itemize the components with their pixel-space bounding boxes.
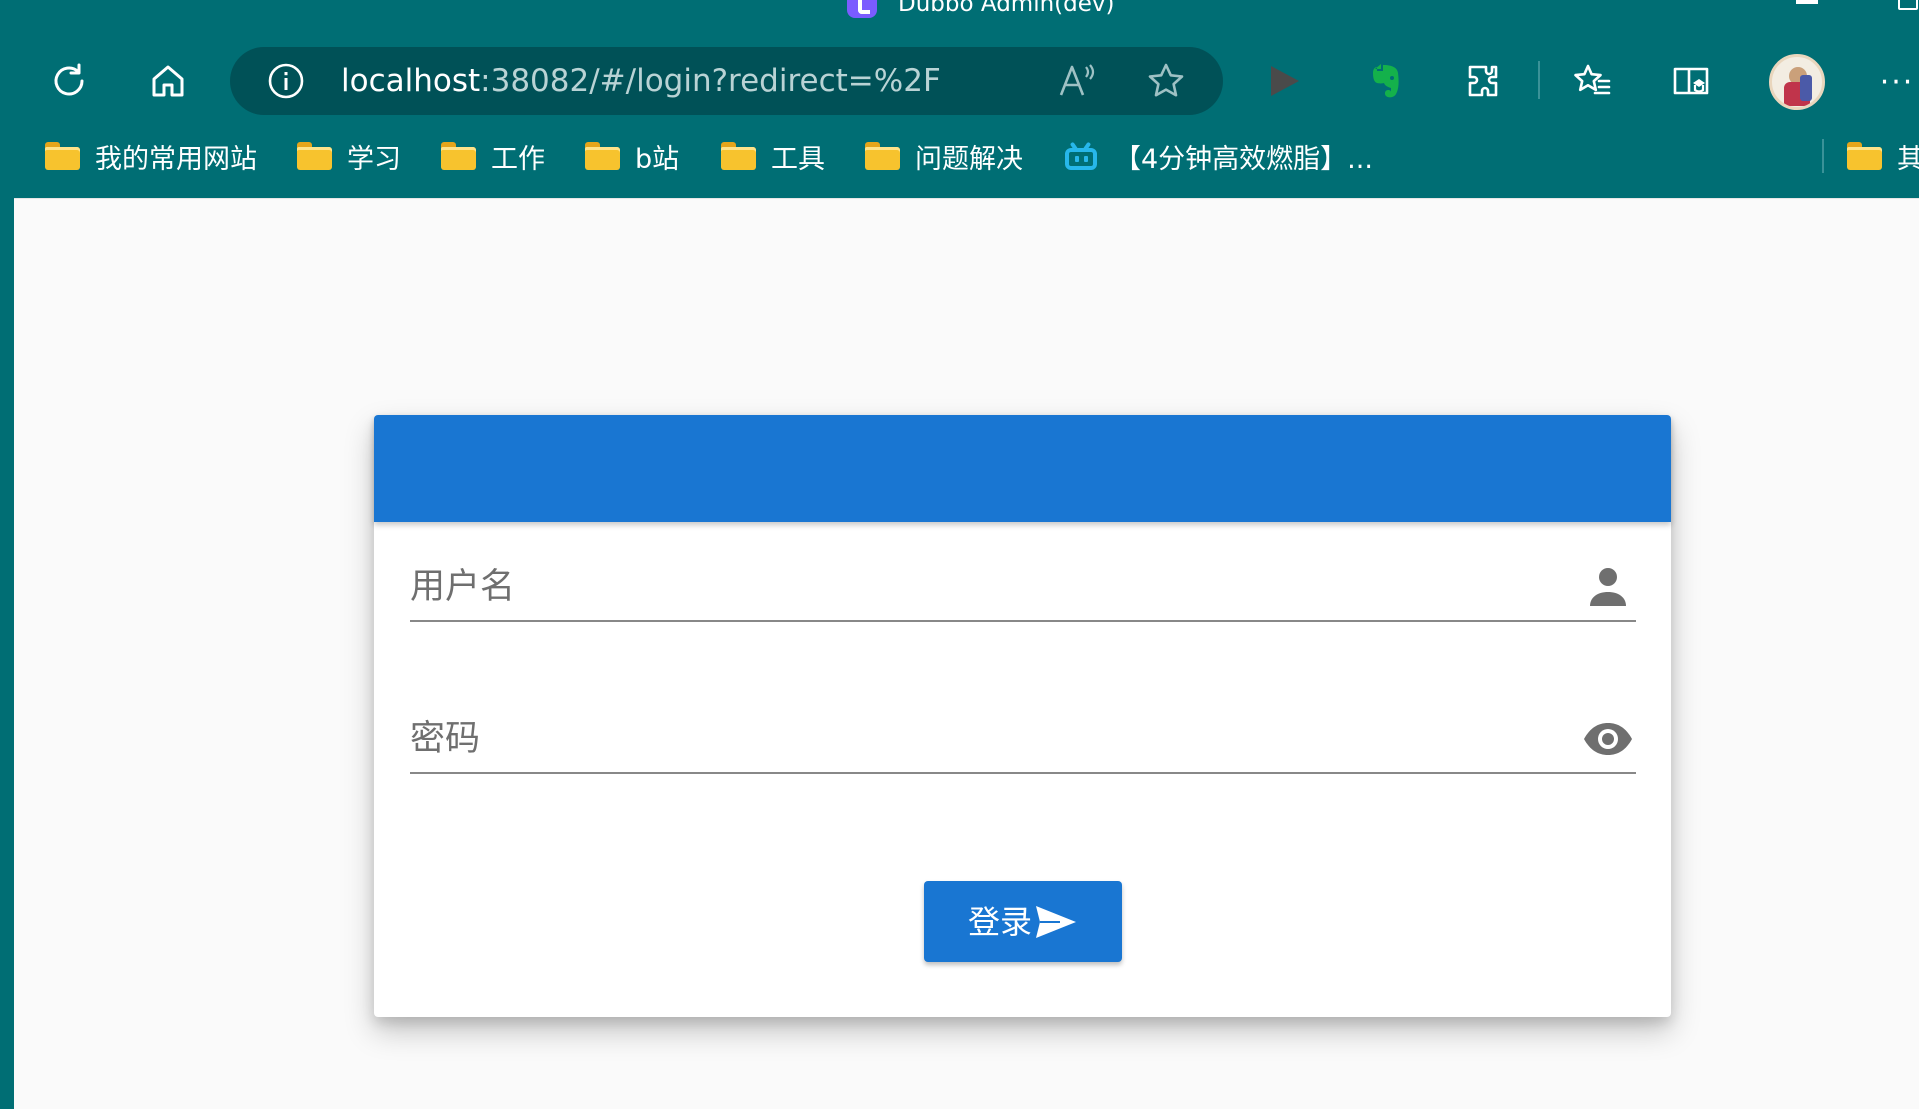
bookmark-label: 学习: [347, 143, 401, 175]
folder-icon: [297, 142, 332, 170]
other-favorites-folder[interactable]: 其: [1847, 132, 1919, 180]
bookmark-label: 【4分钟高效燃脂】...: [1114, 143, 1373, 175]
bookmark-folder[interactable]: 学习: [297, 132, 401, 180]
address-bar[interactable]: localhost:38082/#/login?redirect=%2F: [230, 47, 1223, 115]
password-field: [410, 704, 1636, 774]
bookmark-link[interactable]: 【4分钟高效燃脂】...: [1063, 132, 1373, 180]
bilibili-icon: [1063, 141, 1099, 170]
more-options-icon[interactable]: ···: [1872, 54, 1919, 110]
person-icon: [1580, 560, 1636, 614]
folder-icon: [585, 142, 620, 170]
folder-icon: [721, 142, 756, 170]
bookmark-label: 工作: [491, 143, 545, 175]
username-field: [410, 552, 1636, 622]
send-icon: [1036, 905, 1076, 938]
bookmark-folder[interactable]: 工具: [721, 132, 825, 180]
minimize-icon[interactable]: [1796, 0, 1818, 4]
username-input[interactable]: [410, 560, 1540, 614]
password-input[interactable]: [410, 712, 1540, 766]
extensions-icon[interactable]: [1452, 47, 1512, 115]
bookmarks-bar: 我的常用网站 学习 工作 b站 工具 问题解决 【4分钟高效燃脂】... 其: [0, 132, 1919, 180]
login-submit-button[interactable]: 登录: [924, 881, 1122, 962]
evernote-icon[interactable]: [1355, 47, 1415, 115]
bookmarks-separator: [1822, 139, 1824, 173]
bookmark-folder[interactable]: 我的常用网站: [45, 132, 257, 180]
bookmark-label: 其: [1897, 143, 1919, 175]
profile-avatar[interactable]: [1769, 54, 1825, 110]
maximize-icon[interactable]: [1898, 0, 1918, 10]
folder-icon: [1847, 142, 1882, 170]
refresh-icon[interactable]: [39, 47, 99, 115]
bookmark-label: 问题解决: [915, 143, 1023, 175]
login-button-label: 登录: [967, 902, 1032, 941]
title-bar: Dubbo Admin(dev): [0, 0, 1919, 20]
eye-visibility-icon[interactable]: [1580, 712, 1636, 766]
login-card: 登录: [374, 415, 1671, 1017]
collections-icon[interactable]: [1661, 47, 1721, 115]
folder-icon: [45, 142, 80, 170]
favorites-icon[interactable]: [1563, 47, 1623, 115]
url-host: localhost: [341, 63, 481, 99]
bookmark-label: 工具: [771, 143, 825, 175]
bookmark-folder[interactable]: b站: [585, 132, 679, 180]
bookmark-folder[interactable]: 问题解决: [865, 132, 1023, 180]
add-favorite-star-icon[interactable]: [1144, 59, 1188, 103]
home-icon[interactable]: [138, 47, 198, 115]
url-text[interactable]: localhost:38082/#/login?redirect=%2F: [341, 47, 941, 115]
toolbar-separator: [1538, 61, 1540, 99]
read-aloud-icon[interactable]: [1055, 59, 1099, 103]
url-path: :38082/#/login?redirect=%2F: [480, 63, 941, 99]
folder-icon: [865, 142, 900, 170]
info-icon[interactable]: [266, 61, 306, 101]
bookmark-label: b站: [635, 143, 680, 175]
bookmark-label: 我的常用网站: [95, 143, 257, 175]
dubbo-favicon-icon: [847, 0, 877, 18]
window-title: Dubbo Admin(dev): [898, 0, 1115, 17]
login-card-header: [374, 415, 1671, 522]
bookmark-folder[interactable]: 工作: [441, 132, 545, 180]
folder-icon: [441, 142, 476, 170]
play-icon[interactable]: [1254, 47, 1314, 115]
page-viewport: 登录: [14, 198, 1919, 1109]
